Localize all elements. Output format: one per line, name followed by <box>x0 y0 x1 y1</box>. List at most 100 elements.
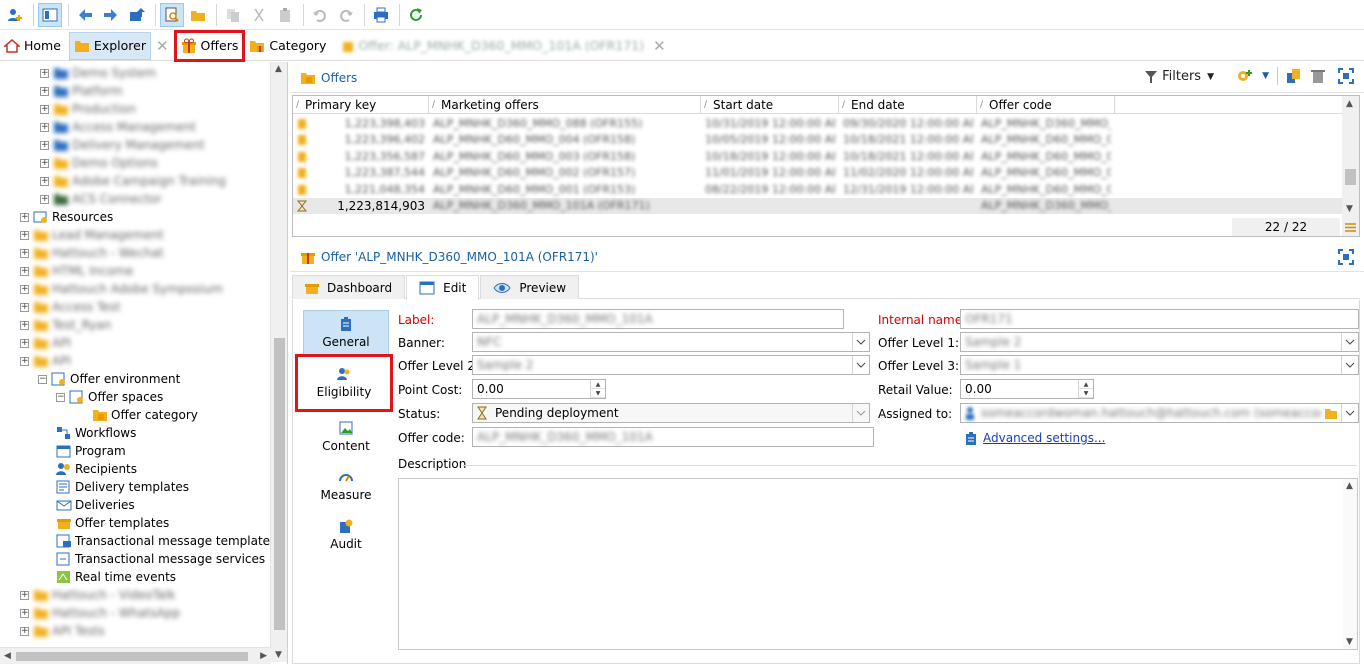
description-textarea[interactable]: ▲ ▼ <box>398 478 1358 650</box>
nav-content[interactable]: Content <box>303 415 389 459</box>
advanced-settings-link[interactable]: Advanced settings... <box>983 431 1105 445</box>
forward-arrow-icon[interactable] <box>99 3 123 27</box>
tree-item-blurred[interactable]: + Delivery Management <box>40 136 205 154</box>
tree-item-blurred[interactable]: + HTML Income <box>20 262 133 280</box>
column-primary-key[interactable]: ∕ Primary key <box>293 96 429 114</box>
tree-item-recipients[interactable]: Recipients <box>56 460 137 478</box>
tree-item-blurred[interactable]: + Demo Options <box>40 154 158 172</box>
tree-item-delivery-templates[interactable]: Delivery templates <box>56 478 189 496</box>
tree-item-offer-category[interactable]: Offer category <box>92 406 198 424</box>
expand-toggle-icon[interactable]: + <box>20 230 29 240</box>
tab-explorer[interactable]: Explorer <box>68 31 151 60</box>
tree-item-blurred[interactable]: + API <box>20 334 71 352</box>
expand-toggle-icon[interactable]: + <box>40 158 49 168</box>
offer-level3-select[interactable]: Sample 1 <box>960 355 1359 375</box>
filters-button[interactable]: Filters ▼ <box>1145 69 1214 84</box>
parent-folder-icon[interactable] <box>125 3 149 27</box>
offer-level2-select[interactable]: Sample 2 <box>472 355 870 375</box>
table-row[interactable]: 1,223,387,544 ALP_MNHK_D60_MMO_002 (OFR15… <box>293 165 1343 181</box>
column-offer-code[interactable]: ∕ Offer code <box>977 96 1115 114</box>
expand-toggle-icon[interactable]: + <box>20 302 29 312</box>
tree-item-deliveries[interactable]: Deliveries <box>56 496 135 514</box>
close-icon[interactable]: ✕ <box>156 37 169 55</box>
expand-toggle-icon[interactable]: + <box>40 68 49 78</box>
expand-toggle-icon[interactable]: + <box>40 122 49 132</box>
tree-item-blurred[interactable]: + Adobe Campaign Training <box>40 172 226 190</box>
detail-maximize-icon[interactable] <box>1338 249 1354 265</box>
tab-dashboard[interactable]: Dashboard <box>292 275 406 299</box>
duplicate-icon[interactable] <box>1286 68 1302 84</box>
description-scrollbar[interactable]: ▲ ▼ <box>1343 479 1357 649</box>
tree-item-blurred[interactable]: + Hattouch - Wechat <box>20 244 164 262</box>
retail-value-spinner[interactable]: ▲ ▼ <box>1078 380 1093 398</box>
tree-item-blurred[interactable]: + ACS Connector <box>40 190 162 208</box>
tree-item-transactional-services[interactable]: Transactional message services <box>56 550 265 568</box>
expand-toggle-icon[interactable]: + <box>20 266 29 276</box>
tree-item-blurred[interactable]: + Test_Ryan <box>20 316 111 334</box>
expand-toggle-icon[interactable]: + <box>20 590 29 600</box>
tree-item-transactional-templates[interactable]: Transactional message templates (rea <box>56 532 287 550</box>
new-offer-icon[interactable] <box>1236 68 1254 84</box>
table-row[interactable]: 1,223,398,403 ALP_MNHK_D360_MMO_088 (OFR1… <box>293 116 1343 132</box>
tree-item-offer-templates[interactable]: Offer templates <box>56 514 169 532</box>
table-row[interactable]: 1,223,396,402 ALP_MNHK_D60_MMO_004 (OFR15… <box>293 132 1343 148</box>
table-row[interactable]: 1,221,048,354 ALP_MNHK_D60_MMO_001 (OFR15… <box>293 182 1343 198</box>
expand-toggle-icon[interactable]: + <box>40 176 49 186</box>
tree-item-blurred[interactable]: + Access Test <box>20 298 121 316</box>
grid-vertical-scrollbar[interactable]: ▲ ▼ <box>1342 96 1359 236</box>
nav-audit[interactable]: Audit <box>303 513 389 557</box>
expand-toggle-icon[interactable]: + <box>20 248 29 258</box>
tree-item-blurred[interactable]: + Hattouch Adobe Symposium <box>20 280 223 298</box>
tab-category[interactable]: Category <box>245 32 330 60</box>
expand-toggle-icon[interactable]: + <box>20 284 29 294</box>
tree-vertical-scrollbar[interactable]: ▲ ▼ <box>270 62 287 662</box>
expand-toggle-icon[interactable]: + <box>40 140 49 150</box>
tree-item-offer-spaces[interactable]: − Offer spaces <box>56 388 163 406</box>
banner-select[interactable]: NFC <box>472 332 870 352</box>
tree-horizontal-scrollbar[interactable]: ◀ ▶ <box>0 647 271 664</box>
tab-offers[interactable]: Offers <box>173 29 246 62</box>
internal-name-input[interactable]: OFR171 <box>960 309 1359 329</box>
tree-item-resources[interactable]: + Resources <box>20 208 113 226</box>
tree-item-offer-environment[interactable]: − Offer environment <box>38 370 180 388</box>
tree-item-blurred[interactable]: + Access Management <box>40 118 196 136</box>
label-input[interactable]: ALP_MNHK_D360_MMO_101A <box>472 309 844 329</box>
delete-icon[interactable] <box>1310 68 1326 84</box>
column-start-date[interactable]: ∕ Start date <box>701 96 839 114</box>
select-folder-icon[interactable] <box>1324 406 1338 420</box>
tree-item-blurred[interactable]: + Demo System <box>40 64 156 82</box>
new-dropdown-chevron-icon[interactable]: ▼ <box>1262 71 1269 81</box>
tree-item-blurred[interactable]: + API Tests <box>20 622 105 640</box>
print-icon[interactable] <box>369 3 393 27</box>
status-select[interactable]: Pending deployment <box>472 403 870 423</box>
open-folder-icon[interactable] <box>186 3 210 27</box>
offer-code-input[interactable]: ALP_MNHK_D360_MMO_101A <box>472 427 874 447</box>
point-cost-spinner[interactable]: ▲ ▼ <box>590 380 605 398</box>
expand-toggle-icon[interactable]: + <box>20 320 29 330</box>
expand-toggle-icon[interactable]: + <box>20 212 29 222</box>
tab-edit[interactable]: Edit <box>406 275 480 300</box>
column-end-date[interactable]: ∕ End date <box>839 96 977 114</box>
expand-toggle-icon[interactable]: − <box>38 374 47 384</box>
offer-level1-select[interactable]: Sample 2 <box>960 332 1359 352</box>
tree-item-blurred[interactable]: + Platform <box>40 82 123 100</box>
retail-value-input[interactable]: 0.00 ▲ ▼ <box>960 379 1094 399</box>
expand-toggle-icon[interactable]: + <box>40 86 49 96</box>
table-row[interactable]: 1,223,814,903 ALP_MNHK_D360_MMO_101A (OFR… <box>293 198 1343 214</box>
nav-measure[interactable]: Measure <box>303 464 389 508</box>
tab-offer-detail[interactable]: Offer: ALP_MNHK_D360_MMO_101A (OFR171) <box>338 32 648 60</box>
expand-toggle-icon[interactable]: + <box>20 608 29 618</box>
tree-item-blurred[interactable]: + Hattouch - VideoTalk <box>20 586 176 604</box>
expand-toggle-icon[interactable]: + <box>20 338 29 348</box>
tree-item-blurred[interactable]: + Production <box>40 100 136 118</box>
explorer-view-icon[interactable] <box>38 2 62 27</box>
new-user-icon[interactable] <box>3 3 27 27</box>
nav-general[interactable]: General <box>303 310 389 356</box>
tree-item-program[interactable]: Program <box>56 442 126 460</box>
close-offer-tab-icon[interactable]: ✕ <box>653 37 666 55</box>
expand-toggle-icon[interactable]: + <box>20 626 29 636</box>
refresh-icon[interactable] <box>404 3 428 27</box>
tree-item-blurred[interactable]: + Lead Management <box>20 226 164 244</box>
expand-toggle-icon[interactable]: + <box>40 104 49 114</box>
column-marketing-offers[interactable]: ∕ Marketing offers <box>429 96 701 114</box>
